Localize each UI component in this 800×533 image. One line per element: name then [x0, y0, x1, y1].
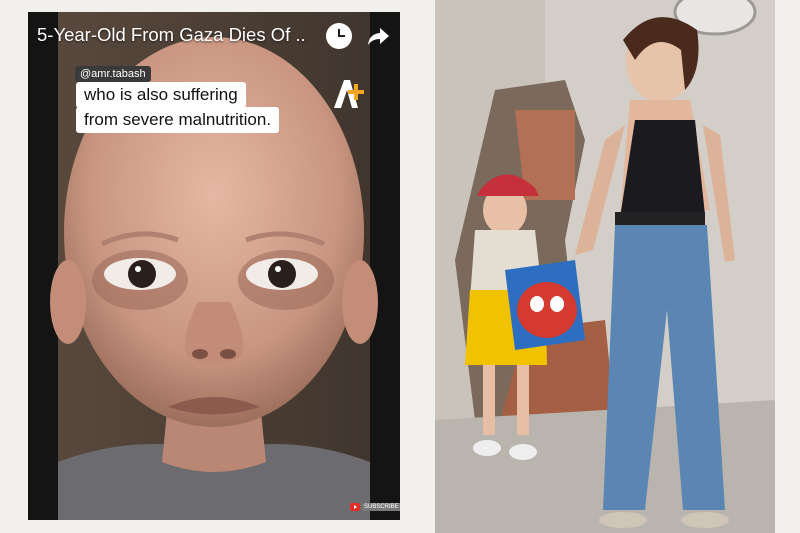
video-panel[interactable]: 5-Year-Old From Gaza Dies Of ... @amr.ta…	[28, 12, 400, 520]
aj-plus-logo	[334, 80, 364, 108]
caption-box: who is also suffering from severe malnut…	[76, 82, 280, 133]
subscribe-badge[interactable]: SUBSCRIBE	[350, 501, 400, 513]
creator-handle: @amr.tabash	[75, 66, 151, 82]
subscribe-label: SUBSCRIBE	[362, 503, 400, 511]
share-arrow-icon[interactable]	[365, 22, 393, 50]
video-title[interactable]: 5-Year-Old From Gaza Dies Of ...	[37, 24, 307, 46]
caption-line-1: who is also suffering	[76, 82, 246, 108]
youtube-icon	[350, 503, 360, 511]
clock-icon[interactable]	[326, 23, 352, 49]
photo-illustration	[435, 0, 775, 533]
woman-and-child-photo	[435, 0, 775, 533]
caption-line-2: from severe malnutrition.	[76, 107, 280, 133]
